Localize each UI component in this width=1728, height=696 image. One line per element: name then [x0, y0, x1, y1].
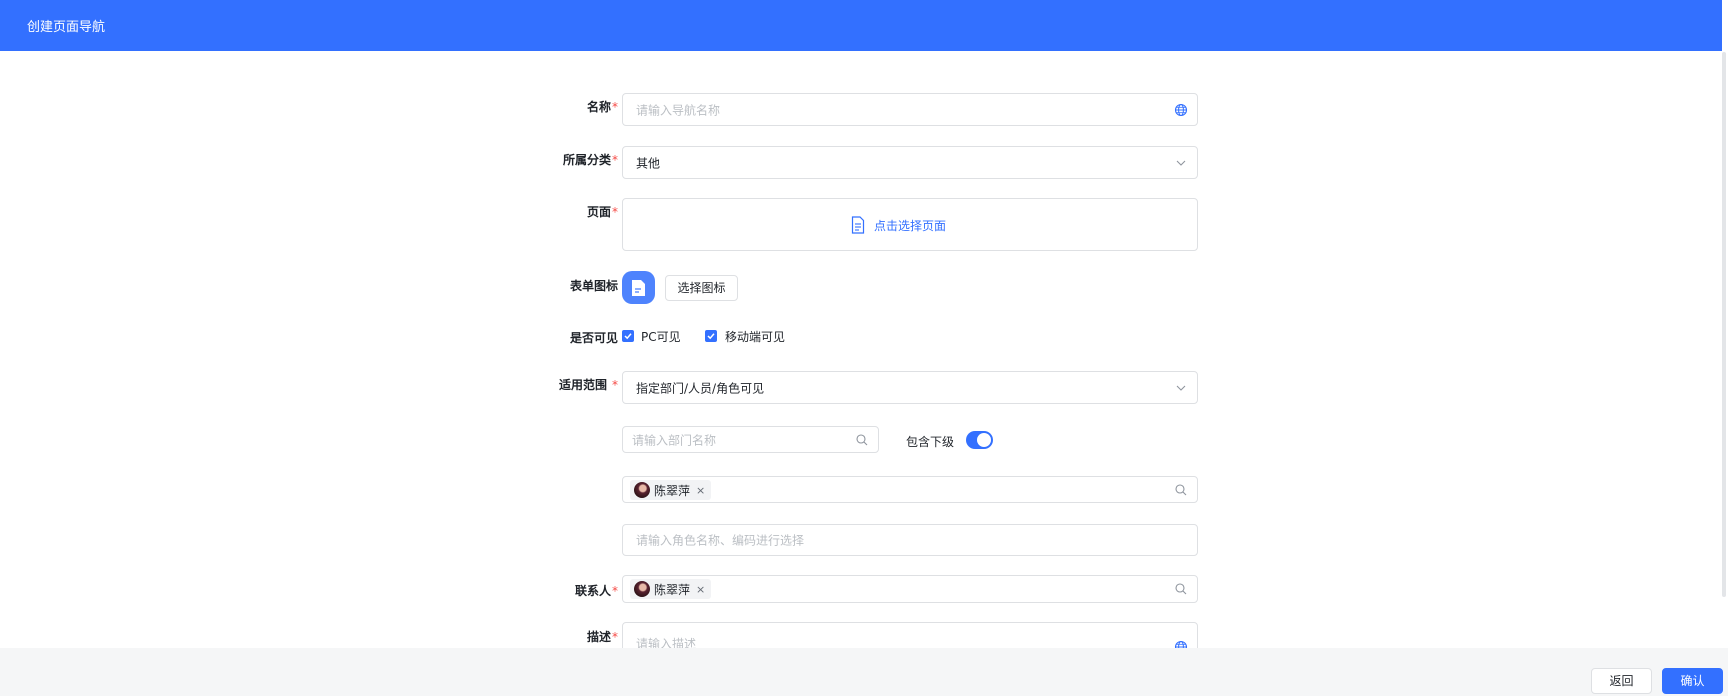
select-page-text: 点击选择页面 [874, 218, 947, 233]
back-button[interactable]: 返回 [1591, 668, 1652, 694]
department-search-placeholder: 请输入部门名称 [632, 433, 717, 447]
page-title: 创建页面导航 [27, 20, 106, 35]
avatar [634, 482, 650, 498]
page-picker[interactable]: 点击选择页面 [622, 198, 1198, 251]
chevron-down-icon[interactable] [1174, 381, 1188, 395]
include-sub-label: 包含下级 [906, 435, 955, 449]
form-icon-preview [622, 271, 655, 304]
category-select[interactable]: 其他 [622, 146, 1198, 179]
page-header: 创建页面导航 [0, 0, 1722, 51]
include-sub-toggle[interactable] [966, 431, 993, 449]
document-icon [851, 216, 865, 234]
scope-select[interactable]: 指定部门/人员/角色可见 [622, 371, 1198, 404]
scope-label: 适用范围 * [558, 378, 618, 392]
page-label: 页面* [586, 205, 618, 219]
select-page-link[interactable]: 点击选择页面 [851, 216, 946, 234]
member-select-input[interactable]: 陈翠萍 × [622, 476, 1198, 503]
contact-tag-name: 陈翠萍 [654, 582, 691, 597]
description-label: 描述* [586, 630, 618, 644]
search-icon[interactable] [1174, 483, 1188, 497]
mobile-visible-checkbox[interactable] [705, 330, 717, 342]
chevron-down-icon[interactable] [1174, 156, 1188, 170]
contact-select-input[interactable]: 陈翠萍 × [622, 575, 1198, 603]
name-input[interactable]: 请输入导航名称 [622, 93, 1198, 126]
member-tag: 陈翠萍 × [630, 480, 712, 500]
search-icon[interactable] [1174, 582, 1188, 596]
category-label: 所属分类* [562, 153, 618, 167]
footer-bar: 返回 确认 [0, 648, 1728, 696]
toggle-knob [977, 433, 991, 447]
close-icon[interactable]: × [696, 484, 705, 497]
name-input-placeholder: 请输入导航名称 [636, 103, 721, 117]
pc-visible-checkbox[interactable] [622, 330, 634, 342]
search-icon[interactable] [855, 433, 869, 447]
role-input[interactable]: 请输入角色名称、编码进行选择 [622, 524, 1198, 556]
visibility-label: 是否可见 [569, 331, 618, 345]
form-icon-label: 表单图标 [569, 279, 618, 293]
check-icon [707, 333, 715, 340]
role-input-placeholder: 请输入角色名称、编码进行选择 [636, 533, 805, 548]
name-label: 名称* [586, 100, 618, 114]
confirm-button[interactable]: 确认 [1662, 668, 1723, 694]
department-search-input[interactable]: 请输入部门名称 [622, 426, 879, 453]
scope-value: 指定部门/人员/角色可见 [636, 381, 765, 395]
choose-icon-button[interactable]: 选择图标 [665, 275, 738, 301]
member-tag-name: 陈翠萍 [654, 483, 691, 498]
globe-icon[interactable] [1174, 103, 1188, 117]
pc-visible-label[interactable]: PC可见 [641, 328, 681, 345]
scrollbar-thumb[interactable] [1722, 52, 1726, 597]
close-icon[interactable]: × [696, 583, 705, 596]
form-document-icon [632, 280, 645, 296]
avatar [634, 581, 650, 597]
mobile-visible-label[interactable]: 移动端可见 [725, 328, 785, 345]
check-icon [624, 333, 632, 340]
contact-label: 联系人* [574, 584, 618, 598]
category-value: 其他 [636, 156, 661, 170]
contact-tag: 陈翠萍 × [630, 579, 712, 599]
